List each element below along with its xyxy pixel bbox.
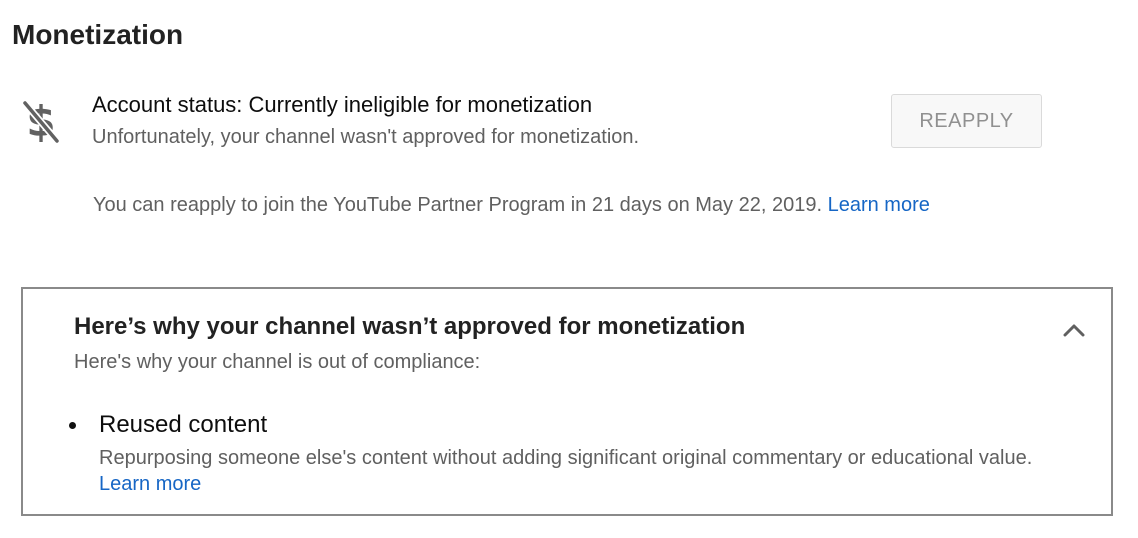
no-money-icon: $ — [20, 96, 62, 148]
reapply-note-text: You can reapply to join the YouTube Part… — [93, 194, 823, 216]
reason-description: Repurposing someone else's content witho… — [99, 445, 1089, 497]
panel-title: Here’s why your channel wasn’t approved … — [74, 313, 746, 340]
page-title: Monetization — [12, 19, 184, 50]
reason-learn-more-link[interactable]: Learn more — [99, 473, 201, 495]
reapply-note: You can reapply to join the YouTube Part… — [93, 191, 930, 219]
learn-more-link[interactable]: Learn more — [828, 194, 930, 216]
chevron-up-icon — [1063, 323, 1085, 342]
reapply-button[interactable]: REAPPLY — [891, 94, 1042, 148]
ineligibility-reasons-panel: Here’s why your channel wasn’t approved … — [21, 287, 1113, 516]
panel-subtitle: Here's why your channel is out of compli… — [74, 351, 481, 373]
account-status-title: Account status: Currently ineligible for… — [92, 92, 593, 117]
reason-title: Reused content — [99, 411, 268, 438]
account-status-subtitle: Unfortunately, your channel wasn't appro… — [92, 126, 640, 148]
collapse-toggle[interactable] — [1057, 315, 1091, 349]
bullet-icon — [69, 422, 76, 429]
reason-description-text: Repurposing someone else's content witho… — [99, 447, 1033, 469]
